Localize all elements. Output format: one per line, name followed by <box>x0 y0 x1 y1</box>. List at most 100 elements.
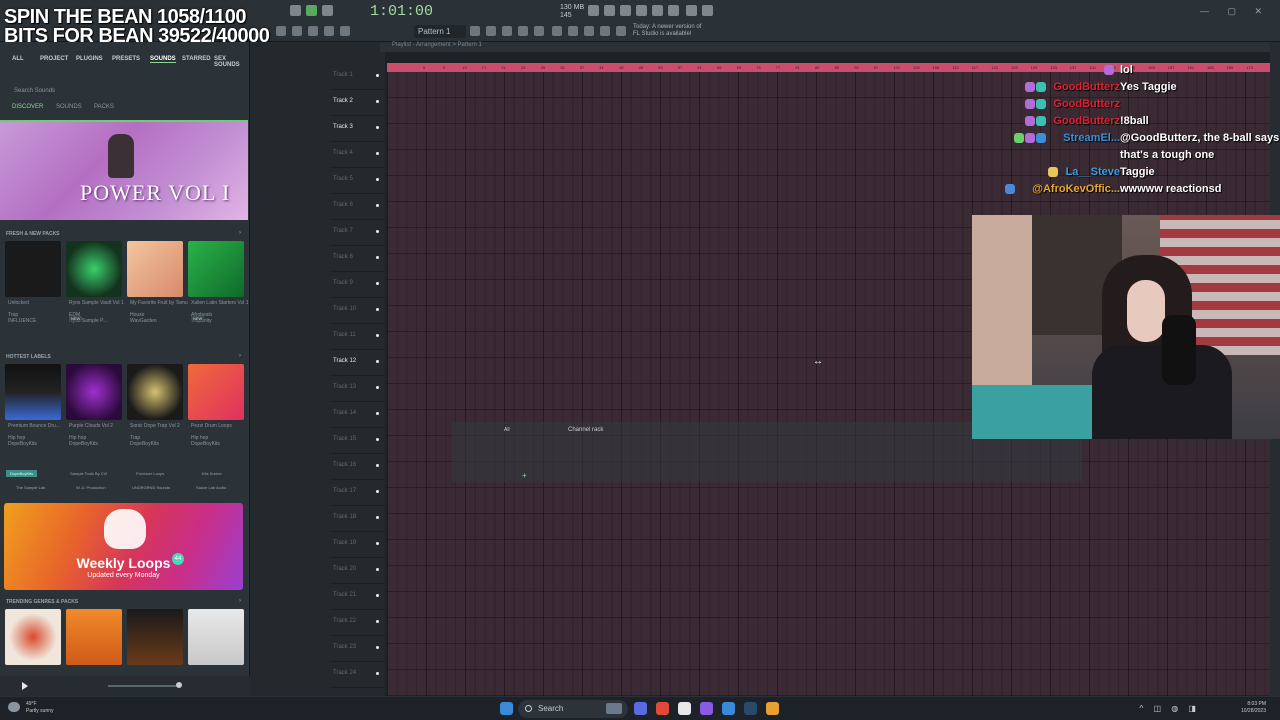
track-header[interactable]: Track 10 <box>330 298 385 324</box>
play-icon[interactable] <box>306 5 317 16</box>
track-mute-dot[interactable] <box>376 178 379 181</box>
chevron-right-icon[interactable]: › <box>239 353 241 359</box>
track-header[interactable]: Track 19 <box>330 532 385 558</box>
start-icon[interactable] <box>500 702 513 715</box>
track-header[interactable]: Track 23 <box>330 636 385 662</box>
volume-slider[interactable] <box>108 685 180 687</box>
track-mute-dot[interactable] <box>376 360 379 363</box>
label-pill[interactable]: Sauce Lab Audio <box>196 485 226 490</box>
track-header[interactable]: Track 15 <box>330 428 385 454</box>
countdown-icon[interactable] <box>604 5 615 16</box>
magnet-icon[interactable] <box>340 26 350 36</box>
volume-knob[interactable] <box>176 682 182 688</box>
track-header[interactable]: Track 12 <box>330 350 385 376</box>
track-header[interactable]: Track 3 <box>330 116 385 142</box>
track-mute-dot[interactable] <box>376 438 379 441</box>
chrome-icon[interactable] <box>656 702 669 715</box>
track-mute-dot[interactable] <box>376 282 379 285</box>
track-mute-dot[interactable] <box>376 230 379 233</box>
chat-username[interactable]: GoodButterz <box>1053 81 1120 93</box>
help-icon[interactable] <box>616 26 626 36</box>
chat-username[interactable]: @AfroKevOffic... <box>1032 183 1120 195</box>
tab-all[interactable]: ALL <box>12 56 24 62</box>
track-mute-dot[interactable] <box>376 646 379 649</box>
track-mute-dot[interactable] <box>376 308 379 311</box>
edge-icon[interactable] <box>722 702 735 715</box>
weather-icon[interactable] <box>8 702 20 712</box>
clock[interactable]: 8:03 PM 10/28/2023 <box>1241 701 1266 715</box>
weekly-loops-banner[interactable]: Weekly Loops 44 Updated every Monday <box>4 503 243 590</box>
track-header[interactable]: Track 22 <box>330 610 385 636</box>
label-pill[interactable]: DopeBoyKits <box>6 470 38 477</box>
tab-sounds[interactable]: SOUNDS <box>150 56 176 63</box>
chat-username[interactable]: La__Steve <box>1066 166 1120 178</box>
track-mute-dot[interactable] <box>376 542 379 545</box>
track-header[interactable]: Track 21 <box>330 584 385 610</box>
cut-icon[interactable] <box>600 26 610 36</box>
trend-tile-afro-house[interactable] <box>188 609 244 665</box>
track-mute-dot[interactable] <box>376 152 379 155</box>
loop-icon[interactable] <box>636 5 647 16</box>
track-header[interactable]: Track 11 <box>330 324 385 350</box>
save-icon[interactable] <box>652 5 663 16</box>
tempo-icon[interactable] <box>552 26 562 36</box>
track-mute-dot[interactable] <box>376 490 379 493</box>
track-mute-dot[interactable] <box>376 74 379 77</box>
track-header[interactable]: Track 20 <box>330 558 385 584</box>
label-pill[interactable]: UNDRGRND Sounds <box>132 485 170 490</box>
track-header[interactable]: Track 6 <box>330 194 385 220</box>
metronome-icon[interactable] <box>588 5 599 16</box>
track-header[interactable]: Track 17 <box>330 480 385 506</box>
subtab-discover[interactable]: DISCOVER <box>12 104 43 110</box>
label-pill[interactable]: W. A. Production <box>76 485 106 490</box>
track-mute-dot[interactable] <box>376 620 379 623</box>
track-mute-dot[interactable] <box>376 568 379 571</box>
featured-banner[interactable]: POWER VOL I <box>0 120 248 220</box>
track-header[interactable]: Track 18 <box>330 506 385 532</box>
track-header[interactable]: Track 13 <box>330 376 385 402</box>
label-tile-premium-bounce[interactable] <box>5 364 61 420</box>
pack-tile-xalien[interactable] <box>188 241 244 297</box>
trend-tile-echoes[interactable] <box>5 609 61 665</box>
track-mute-dot[interactable] <box>376 334 379 337</box>
track-header[interactable]: Track 8 <box>330 246 385 272</box>
track-mute-dot[interactable] <box>376 100 379 103</box>
track-mute-dot[interactable] <box>376 204 379 207</box>
taskbar-search[interactable]: Search <box>518 700 628 718</box>
piano-roll-icon[interactable] <box>486 26 496 36</box>
track-header[interactable]: Track 24 <box>330 662 385 688</box>
label-pill[interactable]: Kits Kreme <box>202 471 222 476</box>
sampler-icon[interactable] <box>584 26 594 36</box>
label-pill[interactable]: Producer Loops <box>136 471 164 476</box>
subtab-packs[interactable]: PACKS <box>94 104 114 110</box>
label-tile-pezzi[interactable] <box>188 364 244 420</box>
window-controls[interactable]: — ▢ ✕ <box>1200 6 1270 17</box>
steam-icon[interactable] <box>744 702 757 715</box>
search-input[interactable]: Search Sounds <box>14 88 55 94</box>
tab-presets[interactable]: PRESETS <box>112 56 140 62</box>
chevron-right-icon[interactable]: › <box>239 598 241 604</box>
track-header[interactable]: Track 1 <box>330 64 385 90</box>
track-mute-dot[interactable] <box>376 256 379 259</box>
brush-icon[interactable] <box>324 26 334 36</box>
mixer-view-icon[interactable] <box>518 26 528 36</box>
plugin-icon[interactable] <box>534 26 544 36</box>
track-header[interactable]: Track 2 <box>330 90 385 116</box>
pack-tile-ryos[interactable] <box>66 241 122 297</box>
tab-plugins[interactable]: PLUGINS <box>76 56 103 62</box>
mic-icon[interactable] <box>620 5 631 16</box>
label-pill[interactable]: Sample Tools By Cr2 <box>70 471 107 476</box>
snap-icon[interactable] <box>276 26 286 36</box>
tab-sex-sounds[interactable]: SEX SOUNDS <box>214 56 248 68</box>
arrow-icon[interactable] <box>292 26 302 36</box>
track-mute-dot[interactable] <box>376 594 379 597</box>
track-header[interactable]: Track 7 <box>330 220 385 246</box>
track-header[interactable]: Track 4 <box>330 142 385 168</box>
pack-tile-favorite-fruit[interactable] <box>127 241 183 297</box>
track-header[interactable]: Track 16 <box>330 454 385 480</box>
trend-tile-vocal-afro[interactable] <box>127 609 183 665</box>
stop-icon[interactable] <box>322 5 333 16</box>
weather-widget[interactable]: 49°F Partly sunny <box>26 701 54 715</box>
update-notice[interactable]: Today: A newer version of FL Studio is a… <box>633 24 701 38</box>
track-mute-dot[interactable] <box>376 386 379 389</box>
